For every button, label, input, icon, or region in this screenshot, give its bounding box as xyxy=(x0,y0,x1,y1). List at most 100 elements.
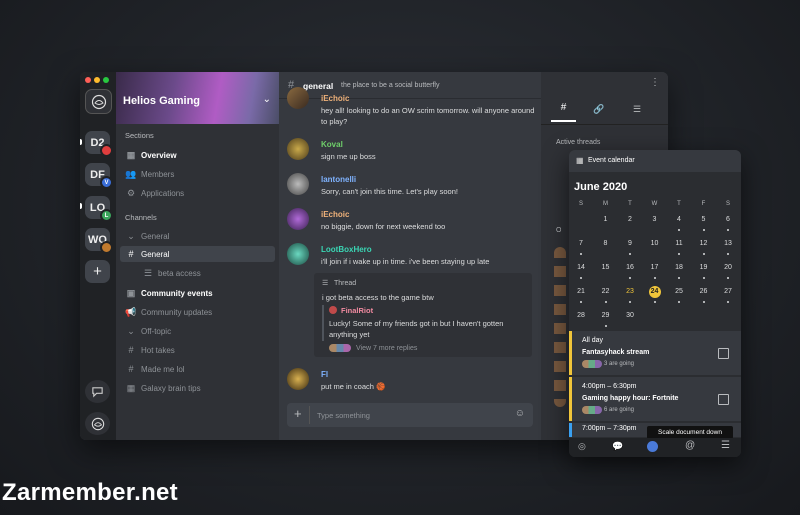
server-wo[interactable]: WO xyxy=(85,228,113,254)
message-text: put me in coach 🏀 xyxy=(321,382,386,391)
message: Koval sign me up boss xyxy=(287,138,537,164)
sidebar-item-overview[interactable]: ▦ Overview xyxy=(125,147,275,163)
calendar-day[interactable]: 10 xyxy=(646,240,664,247)
thread-text: i got beta access to the game btw xyxy=(322,293,434,302)
member-avatars[interactable] xyxy=(554,247,566,407)
calendar-day[interactable]: 19 xyxy=(695,264,713,271)
message-input[interactable]: + Type something ☺ xyxy=(287,403,533,427)
calendar-day[interactable]: 20 xyxy=(719,264,737,271)
mention-icon[interactable]: @ xyxy=(685,440,695,451)
message-author[interactable]: Koval xyxy=(321,140,343,149)
close-window-button[interactable] xyxy=(85,77,91,83)
calendar-day[interactable]: 29 xyxy=(597,312,615,319)
event-item[interactable]: 4:00pm – 6:30pm Gaming happy hour: Fortn… xyxy=(569,377,741,421)
server-banner[interactable]: Helios Gaming ⌄ xyxy=(116,72,279,124)
tab-threads[interactable]: ☰ xyxy=(633,104,641,115)
tab-channels[interactable]: # xyxy=(551,102,576,122)
message-author[interactable]: lantonelli xyxy=(321,175,356,184)
event-time: All day xyxy=(582,337,604,344)
calendar-day[interactable]: 2 xyxy=(621,216,639,223)
add-to-calendar-icon[interactable] xyxy=(718,394,729,405)
calendar-day[interactable]: 16 xyxy=(621,264,639,271)
add-attachment-icon[interactable]: + xyxy=(294,406,302,421)
calendar-day[interactable]: 17 xyxy=(646,264,664,271)
calendar-day[interactable]: 12 xyxy=(695,240,713,247)
avatar xyxy=(287,87,309,109)
calendar-day[interactable]: 24 xyxy=(648,286,661,298)
user-avatar[interactable] xyxy=(647,441,658,452)
calendar-day[interactable]: 22 xyxy=(597,288,615,295)
calendar-day[interactable]: 3 xyxy=(646,216,664,223)
server-name: Helios Gaming xyxy=(123,95,201,107)
event-indicator xyxy=(727,277,729,279)
calendar-day[interactable]: 30 xyxy=(621,312,639,319)
calendar-day[interactable]: 18 xyxy=(670,264,688,271)
server-d2[interactable]: D2 xyxy=(85,131,113,157)
channel-general[interactable]: # General xyxy=(120,246,275,262)
tab-attachments[interactable]: 🔗 xyxy=(593,104,604,115)
category-general[interactable]: ⌄ General xyxy=(125,228,275,244)
calendar-day[interactable]: 5 xyxy=(695,216,713,223)
event-indicator xyxy=(604,301,607,303)
calendar-day[interactable]: 13 xyxy=(719,240,737,247)
channel-galaxy-brain[interactable]: ▦ Galaxy brain tips xyxy=(125,380,275,396)
category-label: General xyxy=(141,231,170,241)
view-more-replies-link[interactable]: View 7 more replies xyxy=(356,345,417,352)
server-lo[interactable]: LO L xyxy=(85,196,113,222)
online-header: Online xyxy=(556,227,561,234)
calendar-day[interactable]: 15 xyxy=(597,264,615,271)
calendar-day[interactable]: 11 xyxy=(670,240,688,247)
server-df[interactable]: DF V xyxy=(85,163,113,189)
maximize-window-button[interactable] xyxy=(103,77,109,83)
channel-community-updates[interactable]: 📢 Community updates xyxy=(125,304,275,320)
megaphone-icon: 📢 xyxy=(125,306,137,317)
message-author[interactable]: iEchoic xyxy=(321,210,349,219)
calendar-day[interactable]: 14 xyxy=(572,264,590,271)
channel-sidebar: Helios Gaming ⌄ Sections ▦ Overview 👥 Memb… xyxy=(116,72,279,440)
calendar-day[interactable]: 9 xyxy=(621,240,639,247)
thread-preview[interactable]: ☰ Thread i got beta access to the game b… xyxy=(314,273,532,357)
calendar-day[interactable]: 4 xyxy=(670,216,688,223)
menu-icon[interactable]: ☰ xyxy=(721,440,730,451)
category-offtopic[interactable]: ⌄ Off-topic xyxy=(125,323,275,339)
message-author[interactable]: iEchoic xyxy=(321,94,349,103)
channel-label: Galaxy brain tips xyxy=(141,383,201,393)
channel-community-events[interactable]: ▣ Community events xyxy=(125,285,275,301)
calendar-day[interactable]: 1 xyxy=(597,216,615,223)
calendar-day[interactable]: 6 xyxy=(719,216,737,223)
sidebar-item-members[interactable]: 👥 Members xyxy=(125,166,275,182)
emoji-icon[interactable]: ☺ xyxy=(515,408,525,419)
channel-label: Hot takes xyxy=(141,345,175,355)
chevron-down-icon[interactable]: ⌄ xyxy=(263,94,271,105)
logo-icon xyxy=(91,94,106,109)
add-server-button[interactable]: + xyxy=(85,260,110,283)
chat-bubble-icon[interactable]: 💬 xyxy=(612,441,623,452)
minimize-window-button[interactable] xyxy=(94,77,100,83)
calendar-day[interactable]: 28 xyxy=(572,312,590,319)
reply-bar xyxy=(322,305,324,341)
channel-hot-takes[interactable]: # Hot takes xyxy=(125,342,275,358)
avatar xyxy=(287,208,309,230)
more-options-icon[interactable]: ⋮ xyxy=(650,77,660,88)
calendar-day[interactable]: 27 xyxy=(719,288,737,295)
reply-author[interactable]: FinalRiot xyxy=(341,306,373,315)
sidebar-item-applications[interactable]: ⚙ Applications xyxy=(125,185,275,201)
message-author[interactable]: LootBoxHero xyxy=(321,245,372,254)
channel-made-me-lol[interactable]: # Made me lol xyxy=(125,361,275,377)
logo-icon[interactable]: ◎ xyxy=(578,441,586,452)
calendar-day[interactable]: 23 xyxy=(621,288,639,295)
participant-avatars xyxy=(329,344,351,352)
home-logo-button[interactable] xyxy=(85,89,112,114)
category-label: Off-topic xyxy=(141,326,172,336)
calendar-day[interactable]: 8 xyxy=(597,240,615,247)
channel-beta-access[interactable]: ☰ beta access xyxy=(142,265,272,281)
message-author[interactable]: Fl xyxy=(321,370,328,379)
calendar-day[interactable]: 26 xyxy=(695,288,713,295)
event-item[interactable]: All day Fantasyhack stream 3 are going xyxy=(569,331,741,375)
calendar-day[interactable]: 25 xyxy=(670,288,688,295)
add-to-calendar-icon[interactable] xyxy=(718,348,729,359)
messages-button[interactable] xyxy=(85,380,110,403)
calendar-day[interactable]: 21 xyxy=(572,288,590,295)
user-avatar-button[interactable] xyxy=(85,412,110,435)
calendar-day[interactable]: 7 xyxy=(572,240,590,247)
